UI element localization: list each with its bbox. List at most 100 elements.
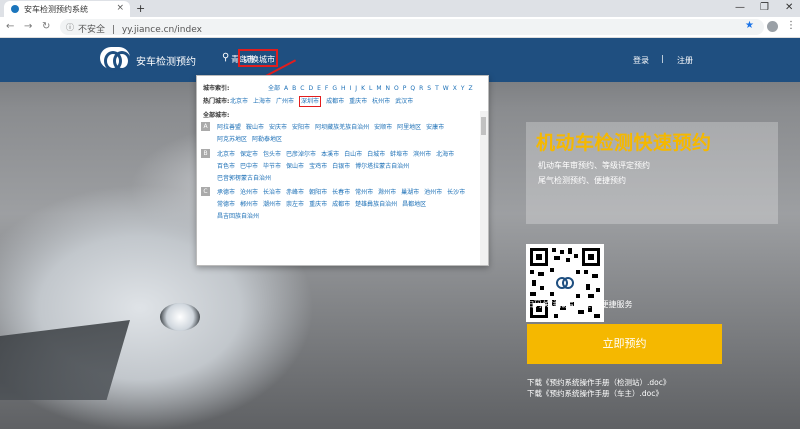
city-item[interactable]: 蚌埠市 [390,151,408,158]
letter-index-item[interactable]: E [317,85,321,92]
city-item[interactable]: 昌都地区 [402,201,426,208]
maximize-button[interactable]: ❐ [760,2,769,13]
city-item[interactable]: 昌吉回族自治州 [217,213,259,220]
city-item[interactable]: 白城市 [367,151,385,158]
hot-city-item[interactable]: 武汉市 [395,98,413,105]
letter-index-item[interactable]: R [419,85,423,92]
city-item[interactable]: 巴音郭楞蒙古自治州 [217,175,271,182]
letter-index-item[interactable]: X [453,85,457,92]
city-item[interactable]: 池州市 [424,189,442,196]
city-item[interactable]: 巴中市 [240,163,258,170]
city-list-scrollbar[interactable] [480,111,488,265]
letter-index-item[interactable]: J [355,85,357,92]
download-manual-station-link[interactable]: 下载《预约系统操作手册（检测站）.doc》 [527,377,670,388]
reload-icon[interactable]: ↻ [42,21,50,32]
city-item[interactable]: 长治市 [263,189,281,196]
letter-index-item[interactable]: O [394,85,399,92]
letter-index-item[interactable]: P [403,85,407,92]
city-item[interactable]: 赤峰市 [286,189,304,196]
logo-icon[interactable] [100,47,131,71]
city-item[interactable]: 阿拉善盟 [217,124,241,131]
browser-tab[interactable]: 安车检测预约系统 × [4,1,130,17]
city-item[interactable]: 巴彦淖尔市 [286,151,316,158]
download-manual-owner-link[interactable]: 下载《预约系统操作手册（车主）.doc》 [527,388,663,399]
letter-index-item[interactable]: M [376,85,381,92]
hot-city-item[interactable]: 重庆市 [349,98,367,105]
login-link[interactable]: 登录 [633,55,649,66]
city-item[interactable]: 白山市 [344,151,362,158]
city-item[interactable]: 鞍山市 [246,124,264,131]
hot-city-item[interactable]: 广州市 [276,98,294,105]
bookmark-star-icon[interactable]: ★ [745,20,754,31]
letter-index-item[interactable]: Z [469,85,473,92]
minimize-button[interactable]: — [735,2,745,13]
info-icon[interactable]: ⓘ [66,22,74,33]
city-item[interactable]: 滨州市 [413,151,431,158]
city-item[interactable]: 本溪市 [321,151,339,158]
city-item[interactable]: 常州市 [355,189,373,196]
profile-avatar[interactable] [767,21,778,32]
letter-index-item[interactable]: F [325,85,328,92]
forward-icon[interactable]: → [24,21,32,32]
city-item[interactable]: 长沙市 [447,189,465,196]
letter-index-item[interactable]: H [341,85,346,92]
city-item[interactable]: 阿勒泰地区 [252,136,282,143]
scrollbar-thumb[interactable] [481,117,486,135]
browser-menu-icon[interactable]: ⋮ [786,20,796,31]
city-item[interactable]: 巢湖市 [401,189,419,196]
city-item[interactable]: 包头市 [263,151,281,158]
letter-index-item[interactable]: Q [410,85,415,92]
city-item[interactable]: 阿克苏地区 [217,136,247,143]
city-item[interactable]: 常德市 [217,201,235,208]
hot-city-item[interactable]: 上海市 [253,98,271,105]
letter-index-item[interactable]: I [350,85,352,92]
hot-city-item-selected[interactable]: 深圳市 [299,96,322,107]
letter-index-item[interactable]: S [427,85,431,92]
switch-city-button[interactable]: 切换城市 [238,49,278,67]
city-item[interactable]: 北京市 [217,151,235,158]
letter-index-item[interactable]: 全部 [268,85,280,92]
site-brand[interactable]: 安车检测预约 [136,53,196,68]
letter-index-item[interactable]: L [369,85,372,92]
letter-index-item[interactable]: B [292,85,296,92]
register-link[interactable]: 注册 [677,55,693,66]
city-item[interactable]: 朝阳市 [309,189,327,196]
letter-index-item[interactable]: C [300,85,304,92]
tab-close-icon[interactable]: × [116,3,124,13]
city-item[interactable]: 楚雄彝族自治州 [355,201,397,208]
city-item[interactable]: 崇左市 [286,201,304,208]
hot-city-item[interactable]: 北京市 [230,98,248,105]
url-input[interactable]: ⓘ 不安全 | yy.jiance.cn/index [60,19,764,35]
city-item[interactable]: 保山市 [286,163,304,170]
city-item[interactable]: 安阳市 [292,124,310,131]
letter-index-item[interactable]: K [361,85,365,92]
city-item[interactable]: 重庆市 [309,201,327,208]
city-item[interactable]: 保定市 [240,151,258,158]
city-item[interactable]: 阿坝藏族羌族自治州 [315,124,369,131]
city-item[interactable]: 阿里地区 [397,124,421,131]
hot-city-item[interactable]: 杭州市 [372,98,390,105]
city-item[interactable]: 毕节市 [263,163,281,170]
letter-index-item[interactable]: D [308,85,313,92]
city-item[interactable]: 郴州市 [240,201,258,208]
city-item[interactable]: 白银市 [332,163,350,170]
city-item[interactable]: 潮州市 [263,201,281,208]
city-item[interactable]: 宝鸡市 [309,163,327,170]
letter-index-item[interactable]: T [435,85,439,92]
city-item[interactable]: 成都市 [332,201,350,208]
city-item[interactable]: 博尔塔拉蒙古自治州 [355,163,409,170]
new-tab-button[interactable]: + [136,2,145,15]
letter-index-item[interactable]: N [386,85,391,92]
city-item[interactable]: 安庆市 [269,124,287,131]
city-item[interactable]: 沧州市 [240,189,258,196]
city-item[interactable]: 滁州市 [378,189,396,196]
hot-city-item[interactable]: 成都市 [326,98,344,105]
back-icon[interactable]: ← [6,21,14,32]
city-item[interactable]: 安顺市 [374,124,392,131]
city-item[interactable]: 长春市 [332,189,350,196]
letter-index-item[interactable]: W [443,85,449,92]
city-item[interactable]: 安康市 [426,124,444,131]
window-close-button[interactable]: ✕ [785,2,793,13]
city-item[interactable]: 承德市 [217,189,235,196]
city-item[interactable]: 北海市 [436,151,454,158]
